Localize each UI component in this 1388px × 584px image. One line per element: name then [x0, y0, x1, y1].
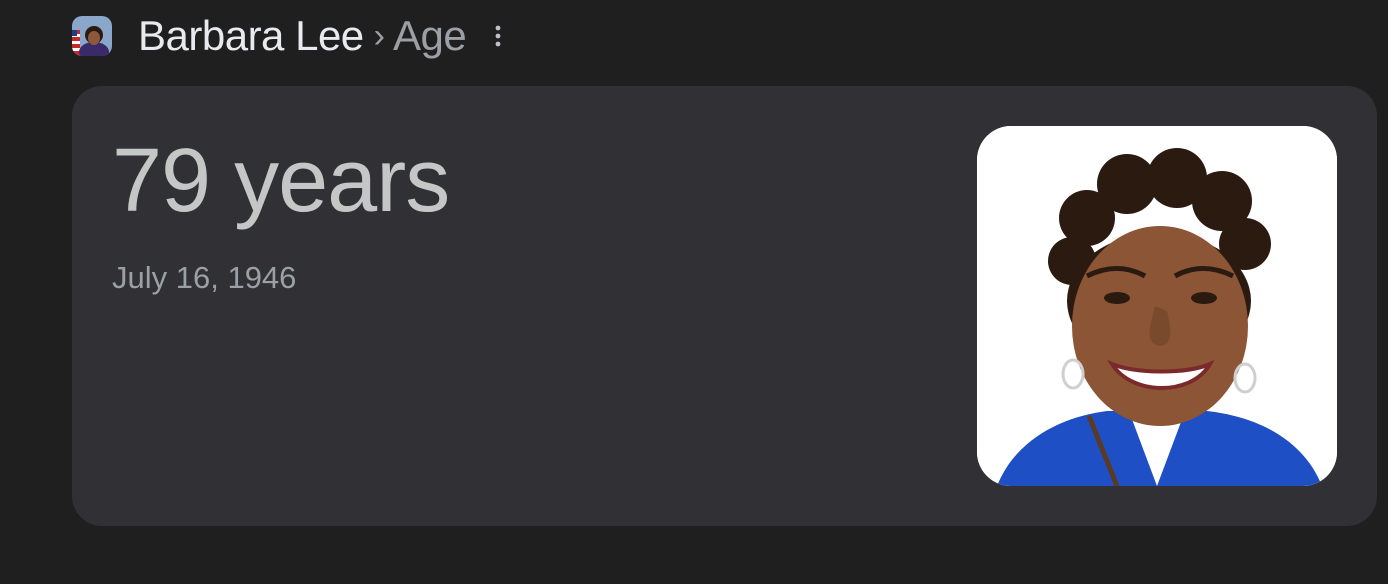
answer-card: 79 years July 16, 1946 — [72, 86, 1377, 526]
entity-thumbnail-icon[interactable] — [72, 16, 112, 56]
search-result-page: Barbara Lee › Age 79 years July 16, 1946 — [0, 0, 1388, 584]
birth-date: July 16, 1946 — [112, 260, 297, 295]
more-vert-icon — [495, 25, 501, 47]
portrait-image[interactable] — [977, 126, 1337, 486]
breadcrumb-attribute: Age — [393, 12, 467, 59]
answer-header: Barbara Lee › Age — [72, 10, 506, 62]
breadcrumb-separator: › — [373, 17, 385, 55]
more-options-button[interactable] — [490, 21, 506, 51]
age-value: 79 years — [112, 131, 450, 231]
breadcrumb-entity[interactable]: Barbara Lee — [138, 15, 364, 57]
